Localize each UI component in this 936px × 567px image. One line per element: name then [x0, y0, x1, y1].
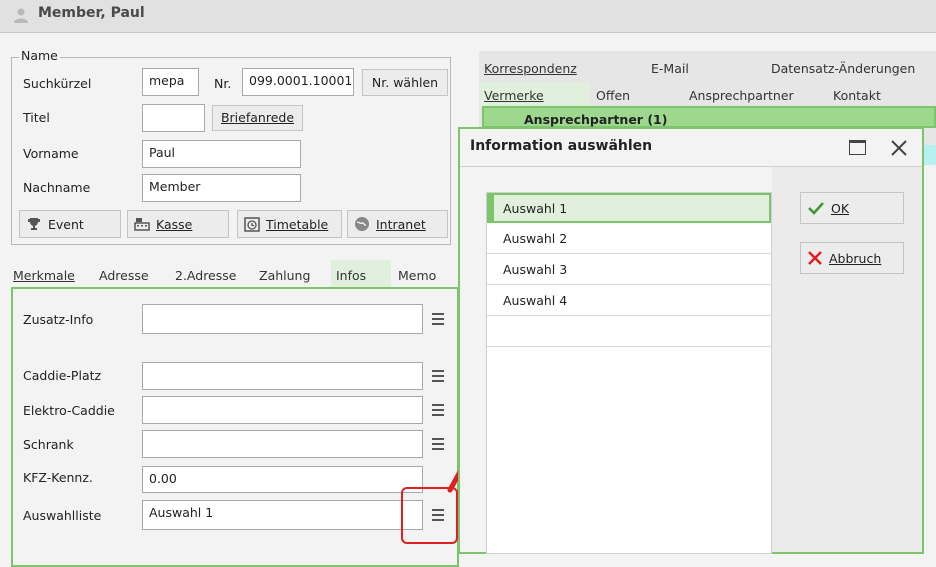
intranet-button-label: Intranet	[376, 216, 426, 232]
event-button-label: Event	[48, 216, 84, 232]
member-icon	[12, 6, 30, 27]
tab-ansprechpartner[interactable]: Ansprechpartner	[689, 88, 794, 103]
tab-adresse[interactable]: Adresse	[99, 268, 149, 283]
elektro-caddie-field[interactable]	[142, 396, 423, 424]
list-item-label: Auswahl 3	[503, 261, 568, 277]
zusatz-info-menu-icon[interactable]	[428, 308, 448, 330]
event-button[interactable]: Event	[19, 210, 121, 238]
nachname-label: Nachname	[23, 180, 91, 195]
checkmark-icon	[808, 202, 824, 215]
close-icon[interactable]	[890, 139, 908, 157]
calendar-clock-icon	[244, 217, 260, 232]
tab-merkmale[interactable]: Merkmale	[13, 268, 75, 283]
tab-memo[interactable]: Memo	[398, 268, 436, 283]
abbruch-button-label: Abbruch	[829, 250, 882, 266]
vorname-field[interactable]: Paul	[142, 140, 301, 168]
briefanrede-button[interactable]: Briefanrede	[212, 105, 303, 131]
list-item-label: Auswahl 4	[503, 292, 568, 308]
list-item-empty	[487, 316, 771, 347]
kasse-button-label: Kasse	[156, 216, 193, 232]
ansprechpartner-header-text: Ansprechpartner (1)	[524, 112, 668, 127]
list-item[interactable]: Auswahl 2	[487, 223, 771, 254]
list-item[interactable]: Auswahl 3	[487, 254, 771, 285]
elektro-caddie-label: Elektro-Caddie	[23, 403, 115, 418]
dialog-title: Information auswählen	[470, 138, 653, 154]
suchkuerzel-field[interactable]: mepa	[142, 68, 199, 96]
timetable-button[interactable]: Timetable	[237, 210, 342, 238]
tab-2-adresse[interactable]: 2.Adresse	[175, 268, 236, 283]
auswahlliste-field[interactable]: Auswahl 1	[142, 500, 423, 530]
titel-field[interactable]	[142, 104, 205, 132]
nr-field[interactable]: 099.0001.100017	[242, 68, 354, 96]
globe-icon	[355, 217, 369, 231]
information-auswaehlen-dialog: Information auswählen Auswahl 1 Auswahl …	[458, 127, 924, 554]
schrank-field[interactable]	[142, 430, 423, 458]
tab-datensatz-aenderungen[interactable]: Datensatz-Änderungen	[771, 61, 915, 76]
window-titlebar: Member, Paul	[0, 0, 936, 33]
abbruch-button[interactable]: Abbruch	[800, 242, 904, 274]
suchkuerzel-label: Suchkürzel	[23, 76, 92, 91]
nr-label: Nr.	[214, 76, 232, 91]
kasse-button[interactable]: Kasse	[127, 210, 229, 238]
titel-label: Titel	[23, 110, 50, 125]
window-title: Member, Paul	[38, 5, 145, 21]
briefanrede-button-label: Briefanrede	[220, 110, 295, 125]
list-item[interactable]: Auswahl 4	[487, 285, 771, 316]
schrank-label: Schrank	[23, 437, 74, 452]
nr-waehlen-button[interactable]: Nr. wählen	[362, 69, 448, 96]
ok-button[interactable]: OK	[800, 192, 904, 224]
trophy-icon	[28, 218, 40, 230]
cancel-x-icon	[808, 251, 822, 265]
ansprechpartner-header: Ansprechpartner (1)	[482, 106, 936, 128]
name-group-legend: Name	[19, 48, 60, 63]
list-item-label: Auswahl 1	[503, 200, 568, 216]
timetable-button-label: Timetable	[266, 216, 329, 232]
zusatz-info-label: Zusatz-Info	[23, 312, 94, 327]
list-item-label: Auswahl 2	[503, 230, 568, 246]
tab-korrespondenz[interactable]: Korrespondenz	[484, 61, 577, 76]
caddie-platz-field[interactable]	[142, 362, 423, 390]
tab-zahlung[interactable]: Zahlung	[259, 268, 310, 283]
kfz-kennz-label: KFZ-Kennz.	[23, 470, 93, 485]
tab-email[interactable]: E-Mail	[651, 61, 689, 76]
tab-vermerke[interactable]: Vermerke	[484, 88, 544, 103]
selection-list: Auswahl 1 Auswahl 2 Auswahl 3 Auswahl 4	[486, 192, 772, 554]
nachname-field[interactable]: Member	[142, 174, 301, 202]
vorname-label: Vorname	[23, 146, 79, 161]
cash-register-icon	[134, 218, 150, 231]
caddie-platz-label: Caddie-Platz	[23, 368, 102, 383]
tab-offen[interactable]: Offen	[596, 88, 630, 103]
ok-button-label: OK	[831, 200, 850, 216]
tab-infos[interactable]: Infos	[336, 268, 366, 283]
auswahlliste-label: Auswahlliste	[23, 508, 102, 523]
maximize-icon[interactable]	[849, 140, 866, 155]
zusatz-info-field[interactable]	[142, 304, 423, 334]
kfz-kennz-field[interactable]: 0.00	[142, 466, 423, 493]
intranet-button[interactable]: Intranet	[347, 210, 448, 238]
tab-kontakt[interactable]: Kontakt	[833, 88, 881, 103]
dialog-button-panel	[772, 167, 922, 552]
list-item[interactable]: Auswahl 1	[487, 193, 771, 223]
dialog-titlebar: Information auswählen	[460, 129, 922, 167]
